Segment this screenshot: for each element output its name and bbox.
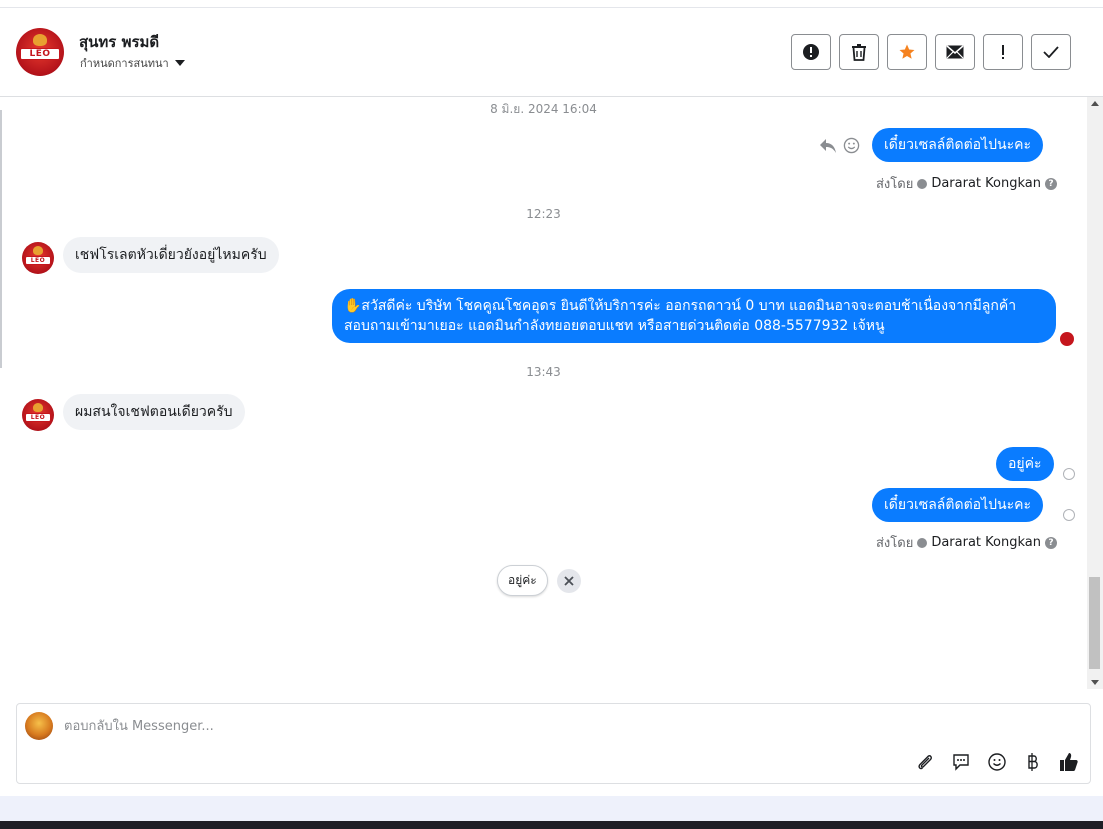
verified-icon (917, 178, 928, 189)
message-thread: 8 มิ.ย. 2024 16:04 เดี๋ยวเซลล์ติดต่อไปนะ… (0, 97, 1087, 689)
outgoing-message[interactable]: เดี๋ยวเซลล์ติดต่อไปนะคะ (872, 128, 1043, 162)
conversation-header: LEO สุนทร พรมดี กำหนดการสนทนา (0, 8, 1103, 97)
outgoing-message[interactable]: ✋สวัสดีค่ะ บริษัท โชคคูณโชคอุดร ยินดีให้… (332, 289, 1056, 343)
reply-composer (16, 703, 1091, 784)
check-icon (1043, 46, 1059, 58)
timestamp-divider: 12:23 (526, 207, 561, 221)
seen-avatar-icon (1060, 332, 1074, 346)
star-icon (899, 44, 915, 59)
composer-tools (914, 751, 1080, 773)
contact-name[interactable]: สุนทร พรมดี (79, 30, 159, 54)
assign-label: กำหนดการสนทนา (80, 57, 169, 70)
left-border-line (0, 110, 2, 368)
reply-icon[interactable] (819, 138, 837, 154)
sent-by-line: ส่งโดย Dararat Kongkan ? (876, 173, 1057, 194)
tiger-logo-icon (33, 403, 43, 412)
incoming-message[interactable]: เชฟโรเลตหัวเดี่ยวยังอยู่ไหมครับ (63, 237, 279, 273)
timestamp-divider: 8 มิ.ย. 2024 16:04 (490, 102, 597, 116)
mark-unread-button[interactable] (935, 34, 975, 70)
sent-by-label: ส่งโดย (876, 536, 914, 551)
follow-up-button[interactable] (983, 34, 1023, 70)
avatar-logo-text: LEO (25, 413, 51, 422)
top-strip (0, 0, 1103, 8)
star-button[interactable] (887, 34, 927, 70)
help-icon[interactable]: ? (1044, 177, 1057, 190)
thread-scrollbar[interactable] (1087, 97, 1103, 689)
avatar-logo-text: LEO (20, 48, 60, 60)
react-emoji-icon[interactable] (843, 137, 860, 154)
verified-icon (917, 537, 928, 548)
delivered-check-icon (1063, 509, 1075, 521)
agent-name[interactable]: Dararat Kongkan (931, 176, 1041, 191)
agent-name[interactable]: Dararat Kongkan (931, 535, 1041, 550)
mark-done-button[interactable] (1031, 34, 1071, 70)
page-bottom-band (0, 796, 1103, 821)
assign-conversation-dropdown[interactable]: กำหนดการสนทนา (80, 54, 185, 72)
dismiss-quick-reply-button[interactable] (557, 569, 581, 593)
outgoing-message[interactable]: อยู่ค่ะ (996, 447, 1054, 481)
header-toolbar (791, 34, 1071, 70)
sent-by-label: ส่งโดย (876, 177, 914, 192)
message-hover-actions (819, 137, 860, 154)
tiger-logo-icon (33, 246, 43, 255)
thumbs-up-icon[interactable] (1058, 751, 1080, 773)
scroll-up-arrow-icon[interactable] (1091, 101, 1099, 106)
timestamp-divider: 13:43 (526, 365, 561, 379)
contact-avatar[interactable]: LEO (16, 28, 64, 76)
alert-circle-icon (803, 44, 819, 60)
caret-down-icon (174, 60, 185, 66)
emoji-icon[interactable] (986, 751, 1008, 773)
help-icon[interactable]: ? (1044, 536, 1057, 549)
close-icon (564, 576, 574, 586)
os-taskbar (0, 821, 1103, 829)
delete-button[interactable] (839, 34, 879, 70)
baht-icon[interactable] (1022, 751, 1044, 773)
exclamation-icon (1002, 45, 1004, 59)
trash-icon (852, 44, 866, 61)
delivered-check-icon (1063, 468, 1075, 480)
incoming-message[interactable]: ผมสนใจเชฟตอนเดียวครับ (63, 394, 245, 430)
tiger-logo-icon (33, 34, 47, 46)
paperclip-icon[interactable] (914, 751, 936, 773)
contact-avatar-small[interactable]: LEO (22, 399, 54, 431)
envelope-icon (946, 45, 964, 59)
quick-reply-chip[interactable]: อยู่ค่ะ (497, 565, 548, 596)
report-spam-button[interactable] (791, 34, 831, 70)
scroll-down-arrow-icon[interactable] (1091, 680, 1099, 685)
avatar-logo-text: LEO (25, 256, 51, 265)
page-avatar (25, 712, 53, 740)
sent-by-line: ส่งโดย Dararat Kongkan ? (876, 532, 1057, 553)
outgoing-message[interactable]: เดี๋ยวเซลล์ติดต่อไปนะคะ (872, 488, 1043, 522)
scrollbar-thumb[interactable] (1089, 577, 1100, 669)
reply-input[interactable] (64, 716, 884, 736)
contact-avatar-small[interactable]: LEO (22, 242, 54, 274)
speech-bubble-icon[interactable] (950, 751, 972, 773)
